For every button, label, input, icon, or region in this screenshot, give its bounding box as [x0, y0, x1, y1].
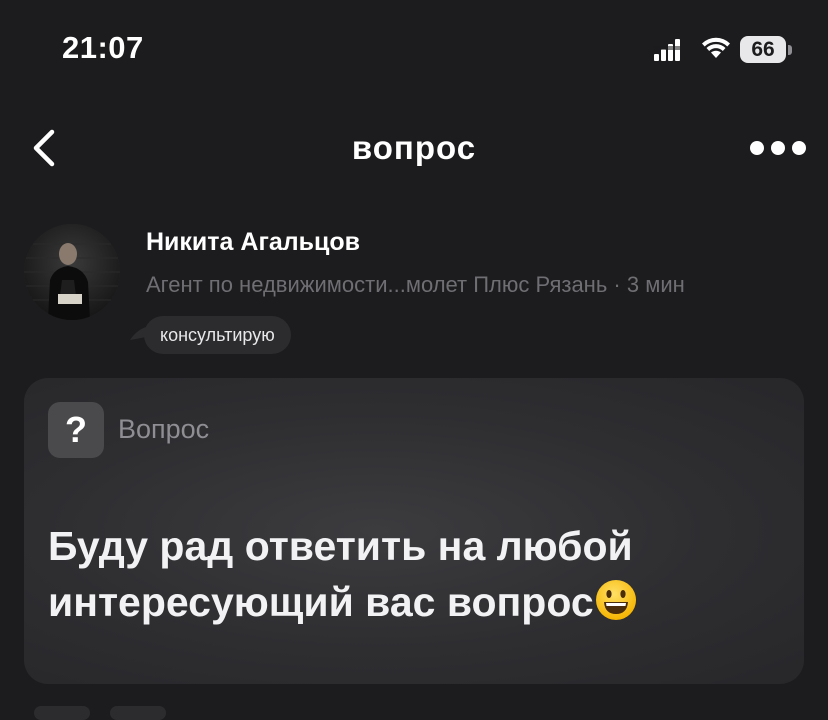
more-options-button[interactable] — [744, 132, 810, 164]
author-name[interactable]: Никита Агальцов — [146, 228, 360, 257]
more-dot-icon — [792, 141, 806, 155]
more-dot-icon — [750, 141, 764, 155]
question-card: ? Вопрос Буду рад ответить на любой инте… — [24, 378, 804, 684]
page-title: вопрос — [351, 129, 477, 166]
battery-tip — [788, 45, 792, 55]
question-body: Буду рад ответить на любой интересующий … — [48, 523, 633, 625]
post-type-label: Вопрос — [118, 414, 210, 444]
battery-indicator: 66 — [740, 36, 792, 63]
reaction-chip[interactable] — [34, 706, 90, 720]
cellular-signal-icon — [654, 39, 680, 61]
smiling-face-emoji-icon — [595, 580, 636, 620]
status-bar: 21:07 66 — [0, 0, 828, 100]
battery-level: 66 — [740, 36, 786, 63]
status-time: 21:07 — [62, 30, 144, 65]
more-dot-icon — [771, 141, 785, 155]
reaction-chip[interactable] — [110, 706, 166, 720]
avatar-photo — [24, 224, 120, 320]
question-text: Буду рад ответить на любой интересующий … — [48, 518, 768, 630]
wifi-icon — [702, 37, 730, 58]
author-meta: Агент по недвижимости...молет Плюс Рязан… — [146, 272, 685, 297]
avatar[interactable] — [24, 224, 120, 320]
question-mark-icon: ? — [48, 402, 104, 458]
status-badge: консультирую — [144, 316, 291, 354]
